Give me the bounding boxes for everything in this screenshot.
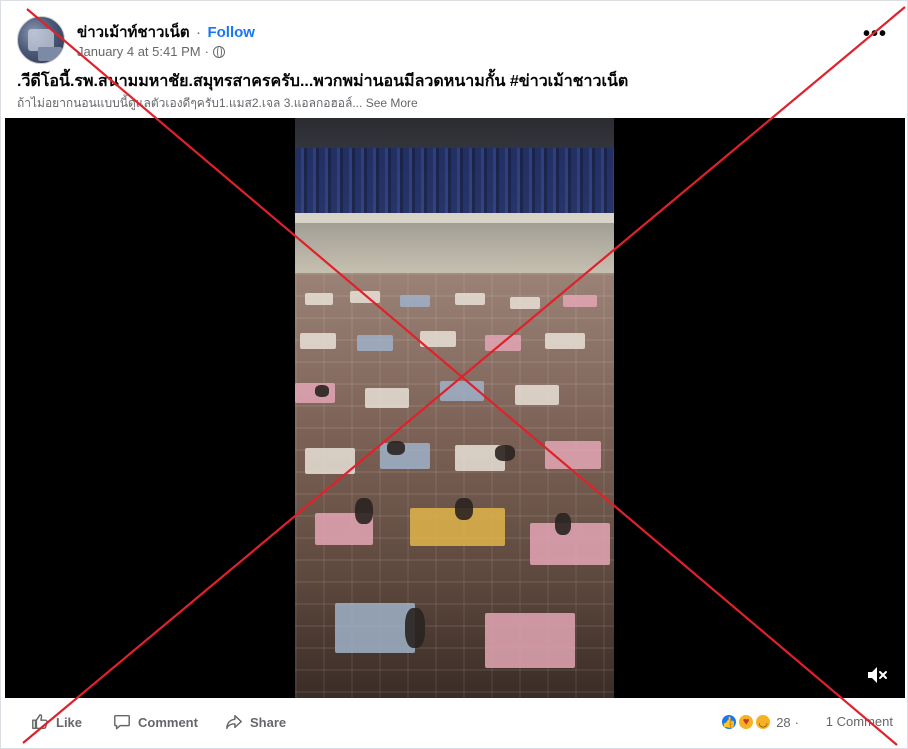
post-title: .วีดีโอนี้.รพ.สนามมหาชัย.สมุทรสาครครับ..… bbox=[17, 73, 629, 90]
sad-icon: ◡ bbox=[754, 713, 773, 731]
share-label: Share bbox=[250, 714, 287, 730]
floor-mat bbox=[357, 335, 393, 351]
resting-person bbox=[405, 608, 425, 648]
post-timestamp[interactable]: January 4 at 5:41 PM bbox=[77, 44, 201, 59]
floor-mat bbox=[400, 295, 430, 307]
resting-person bbox=[355, 498, 373, 524]
muted-speaker-icon bbox=[868, 667, 887, 683]
comment-button[interactable]: Comment bbox=[113, 713, 198, 731]
public-globe-icon bbox=[212, 45, 225, 58]
reaction-count: 28 bbox=[776, 714, 791, 730]
floor-mat bbox=[305, 448, 355, 474]
resting-person bbox=[555, 513, 571, 535]
haha-care-icon: ♥ bbox=[737, 713, 756, 731]
unmute-button[interactable] bbox=[865, 664, 889, 686]
post-header: ข่าวเม้าท์ชาวเน็ต · Follow bbox=[77, 20, 255, 44]
video-player[interactable] bbox=[5, 118, 905, 698]
like-button[interactable]: Like bbox=[31, 713, 82, 731]
post-card: ข่าวเม้าท์ชาวเน็ต · Follow January 4 at … bbox=[0, 0, 908, 749]
resting-person bbox=[455, 498, 473, 520]
floor-mat bbox=[335, 603, 415, 653]
floor-mat bbox=[455, 293, 485, 305]
post-description-text: ถ้าไม่อยากนอนแบบนี้ดูแลตัวเองดีๆครับ1.แม… bbox=[17, 96, 363, 110]
resting-person bbox=[387, 441, 405, 455]
engagement-separator: · bbox=[794, 714, 799, 730]
page-avatar[interactable] bbox=[17, 16, 65, 64]
avatar-image-part bbox=[38, 47, 62, 61]
floor-mat bbox=[510, 297, 540, 309]
comment-label: Comment bbox=[138, 714, 198, 730]
floor-mat bbox=[300, 333, 336, 349]
resting-person bbox=[315, 385, 329, 397]
floor-mat bbox=[545, 333, 585, 349]
post-actions-bar: Like Comment Share 👍 ♥ ◡ 28 · 1 Comment bbox=[1, 705, 908, 743]
like-label: Like bbox=[56, 714, 83, 730]
floor-mat bbox=[420, 331, 456, 347]
page-name-link[interactable]: ข่าวเม้าท์ชาวเน็ต bbox=[77, 24, 190, 41]
floor-mat bbox=[440, 381, 484, 401]
resting-person bbox=[495, 445, 515, 461]
comment-bubble-icon bbox=[114, 714, 130, 730]
header-separator: · bbox=[196, 24, 202, 41]
follow-button[interactable]: Follow bbox=[207, 24, 255, 41]
see-more-link[interactable]: See More bbox=[366, 96, 418, 110]
video-stands-area bbox=[295, 148, 614, 218]
video-wall-rail bbox=[295, 213, 614, 223]
floor-mat bbox=[350, 291, 380, 303]
floor-mat bbox=[305, 293, 333, 305]
video-frame bbox=[295, 118, 614, 698]
floor-mat bbox=[485, 613, 575, 668]
meta-separator: · bbox=[204, 44, 209, 59]
share-arrow-icon bbox=[226, 714, 242, 730]
comment-count-link[interactable]: 1 Comment bbox=[826, 714, 893, 729]
share-button[interactable]: Share bbox=[225, 713, 286, 731]
floor-mat bbox=[563, 295, 597, 307]
post-meta: January 4 at 5:41 PM · bbox=[77, 44, 225, 59]
video-floor-area bbox=[295, 273, 614, 698]
post-description: ถ้าไม่อยากนอนแบบนี้ดูแลตัวเองดีๆครับ1.แม… bbox=[17, 94, 418, 113]
floor-mat bbox=[515, 385, 559, 405]
thumbs-up-icon bbox=[32, 714, 48, 730]
floor-mat bbox=[485, 335, 521, 351]
reactions-summary[interactable]: 👍 ♥ ◡ 28 · bbox=[720, 713, 799, 731]
like-icon: 👍 bbox=[720, 713, 739, 731]
floor-mat bbox=[545, 441, 601, 469]
more-options-button[interactable]: ••• bbox=[863, 23, 887, 46]
floor-mat bbox=[365, 388, 409, 408]
